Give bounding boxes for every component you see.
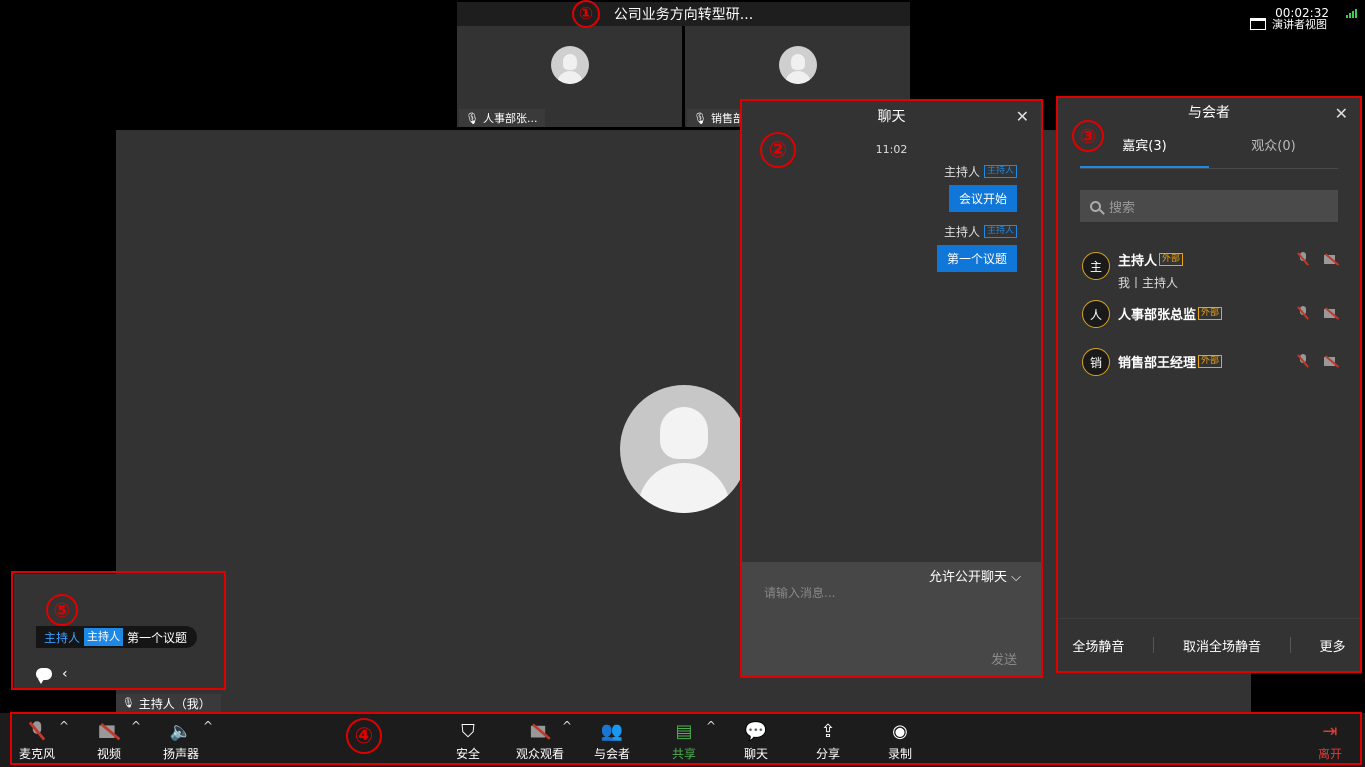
avatar <box>778 46 817 84</box>
avatar <box>550 46 589 84</box>
annotation-number: ④ <box>346 718 382 754</box>
annotation-box-2 <box>740 99 1043 678</box>
mic-icon: 🎙 <box>122 697 135 709</box>
mic-icon: 🎙 <box>465 111 479 125</box>
self-name-label: 🎙 主持人（我） <box>116 694 221 712</box>
main-avatar <box>620 385 748 513</box>
speaker-view-button[interactable]: 演讲者视图 <box>1250 16 1327 32</box>
annotation-number: ② <box>760 132 796 168</box>
annotation-box-5 <box>11 571 226 690</box>
speaker-view-icon <box>1250 18 1266 30</box>
meeting-title: 公司业务方向转型研... <box>457 2 910 26</box>
annotation-box-4 <box>10 712 1362 765</box>
mic-icon: 🎙 <box>693 111 707 125</box>
annotation-number: ③ <box>1072 120 1104 152</box>
annotation-box-3 <box>1056 96 1362 673</box>
annotation-number: ① <box>572 0 600 28</box>
signal-icon <box>1346 9 1357 18</box>
thumbnail-name: 🎙 人事部张... <box>459 109 546 127</box>
video-thumbnail[interactable]: 🎙 人事部张... <box>457 26 682 127</box>
annotation-number: ⑤ <box>46 594 78 626</box>
